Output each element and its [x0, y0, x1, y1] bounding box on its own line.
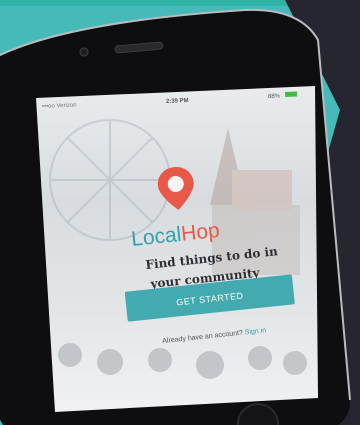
status-time: 2:39 PM: [166, 98, 189, 105]
phone-device: •••oo Verizon 2:39 PM 88% LocalHop Find …: [0, 8, 351, 425]
logo-text-hop: Hop: [180, 219, 221, 246]
front-camera-icon: [79, 47, 89, 57]
status-battery: 88%: [268, 93, 281, 100]
battery-icon: [285, 91, 298, 97]
